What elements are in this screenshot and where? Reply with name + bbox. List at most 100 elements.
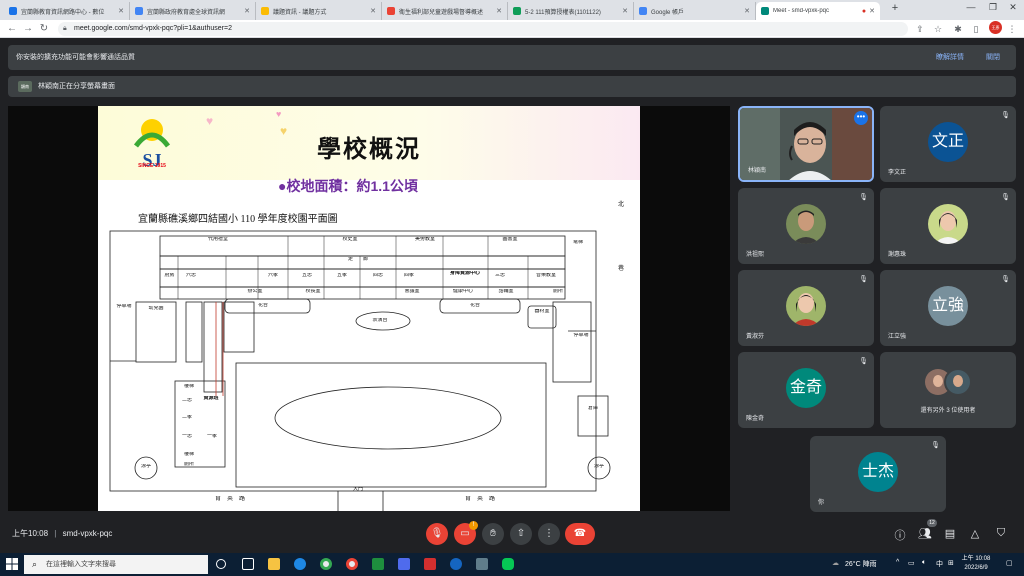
chat-icon[interactable]: ▤ bbox=[943, 527, 957, 540]
edge-icon[interactable] bbox=[294, 558, 306, 570]
notification-icon[interactable]: ▢ bbox=[1006, 559, 1013, 567]
presenter-thumbnail: 穎南 bbox=[18, 81, 32, 92]
extensions-icon[interactable]: ✱ bbox=[952, 23, 964, 35]
task-view-icon[interactable] bbox=[242, 558, 254, 570]
close-tab-icon[interactable]: ✕ bbox=[244, 7, 250, 15]
meeting-control-bar: 上午10:08 | smd-vpxk-pqc 🎙︎ ▭ ! ✋︎ ⇧ ⋮ ☎︎ … bbox=[0, 515, 1024, 553]
alley-label: 巷 bbox=[618, 266, 625, 272]
profile-avatar[interactable]: 王彥 bbox=[989, 21, 1002, 34]
participant-avatar: 立強 bbox=[928, 286, 968, 326]
chrome-icon[interactable] bbox=[320, 558, 332, 570]
close-tab-icon[interactable]: ✕ bbox=[496, 7, 502, 15]
side-panel-icon[interactable]: ▯ bbox=[970, 23, 982, 35]
weather-text[interactable]: 26°C 陣雨 bbox=[845, 559, 877, 569]
tab-title: Google 帳戶 bbox=[651, 9, 685, 16]
taskbar-search-box[interactable]: ⌕ 在這裡輸入文字來搜尋 bbox=[24, 555, 208, 574]
restore-icon[interactable]: ❐ bbox=[982, 2, 1004, 13]
more-menu-icon[interactable]: ⋮ bbox=[1006, 23, 1018, 35]
app-icon[interactable] bbox=[476, 558, 488, 570]
sheets-icon[interactable] bbox=[372, 558, 384, 570]
meeting-details-icon[interactable]: ⓘ bbox=[893, 527, 907, 543]
principal-office-label: 校長室 bbox=[305, 289, 321, 294]
participant-name: 李文正 bbox=[888, 170, 907, 176]
participant-tile[interactable]: 文正 🎙︎ 李文正 bbox=[880, 106, 1016, 182]
browser-tab[interactable]: 5-2 111預算授權表(1101122) ✕ bbox=[508, 2, 634, 20]
meeting-time: 上午10:08 bbox=[12, 529, 49, 538]
present-screen-button[interactable]: ⇧ bbox=[510, 523, 532, 545]
flower-bed-label: 花台 bbox=[469, 303, 480, 308]
url-text: meet.google.com/smd-vpxk-pqc?pli=1&authu… bbox=[74, 25, 232, 32]
more-options-button[interactable]: ⋮ bbox=[538, 523, 560, 545]
learn-more-link[interactable]: 瞭解詳情 bbox=[936, 45, 964, 70]
participant-tile-presenter[interactable]: ••• 林穎南 bbox=[738, 106, 874, 182]
elevator-label: 電梯 bbox=[572, 240, 583, 245]
ime-indicator[interactable]: 中 bbox=[936, 559, 943, 569]
windows-start-icon[interactable] bbox=[6, 558, 18, 570]
browser-tab-active[interactable]: Meet - smd-vpxk-pqc ● ✕ bbox=[756, 2, 880, 20]
north-label: 北 bbox=[618, 202, 625, 208]
self-tile[interactable]: 士杰 🎙︎ 你 bbox=[810, 436, 946, 512]
people-icon[interactable]: 👥︎ bbox=[918, 527, 932, 540]
more-options-icon[interactable]: ••• bbox=[854, 111, 868, 125]
participant-tile[interactable]: 🎙︎ 洪祖熙 bbox=[738, 188, 874, 264]
tab-favicon-icon bbox=[387, 7, 395, 15]
taskbar-clock[interactable]: 上午 10:08 2022/6/9 bbox=[958, 555, 994, 573]
others-avatars bbox=[925, 368, 972, 396]
close-tab-icon[interactable]: ✕ bbox=[118, 7, 124, 15]
meeting-code: smd-vpxk-pqc bbox=[62, 529, 113, 538]
participant-tile[interactable]: 🎙︎ 謝惠珠 bbox=[880, 188, 1016, 264]
resource-class-label: 資源班 bbox=[203, 396, 219, 401]
meeting-room-label: 會議室 bbox=[404, 289, 420, 294]
address-bar[interactable]: 🔒︎ meet.google.com/smd-vpxk-pqc?pli=1&au… bbox=[58, 22, 908, 36]
browser-tab[interactable]: Google 帳戶 ✕ bbox=[634, 2, 756, 20]
app-icon[interactable] bbox=[398, 558, 410, 570]
ime-mode-icon[interactable]: ⊞ bbox=[948, 559, 954, 567]
dismiss-link[interactable]: 關閉 bbox=[986, 45, 1000, 70]
browser-tab[interactable]: 宜蘭縣教育資訊網路中心 - 數位 ✕ bbox=[4, 2, 130, 20]
volume-icon[interactable]: 🔈︎ bbox=[922, 559, 926, 567]
reload-icon[interactable]: ↻ bbox=[38, 23, 50, 35]
close-tab-icon[interactable]: ✕ bbox=[744, 7, 750, 15]
new-tab-button[interactable]: + bbox=[884, 2, 906, 14]
back-icon[interactable]: ← bbox=[6, 23, 18, 35]
browser-tab[interactable]: 衛生福利部兒童遊戲場督導概述 ✕ bbox=[382, 2, 508, 20]
tray-overflow-icon[interactable]: ^ bbox=[896, 559, 899, 566]
end-call-button[interactable]: ☎︎ bbox=[565, 523, 595, 545]
flower-bed-label: 花台 bbox=[257, 303, 268, 308]
host-controls-icon[interactable]: ⛉ bbox=[994, 527, 1008, 540]
bookmark-star-icon[interactable]: ☆ bbox=[932, 23, 944, 35]
ie-icon[interactable] bbox=[450, 558, 462, 570]
equipment-room-label: 器材室 bbox=[534, 309, 550, 314]
participant-tile[interactable]: 立強 🎙︎ 江立強 bbox=[880, 270, 1016, 346]
classroom-six-loyalty-label: 六忠 bbox=[185, 273, 196, 278]
close-tab-icon[interactable]: ✕ bbox=[622, 7, 628, 15]
others-tile[interactable]: 還有另外 3 位使用者 bbox=[880, 352, 1016, 428]
participant-tile[interactable]: 🎙︎ 黃淑芬 bbox=[738, 270, 874, 346]
raise-hand-button[interactable]: ✋︎ bbox=[482, 523, 504, 545]
close-tab-icon[interactable]: ✕ bbox=[869, 7, 875, 15]
participant-avatar: 文正 bbox=[928, 122, 968, 162]
browser-tab[interactable]: 宜蘭縣政府教育處全球資訊網 ✕ bbox=[130, 2, 256, 20]
participant-tile[interactable]: 金奇 🎙︎ 陳金奇 bbox=[738, 352, 874, 428]
share-icon[interactable]: ⇪ bbox=[914, 23, 926, 35]
browser-tab[interactable]: 議題資訊 - 議題方式 ✕ bbox=[256, 2, 382, 20]
stairs-label: 樓梯 bbox=[183, 452, 194, 457]
shared-slide: ♥ ♥ ♥ SJ SINCE 1915 學校概況 ●校地面積：約1.1公頃 宜蘭… bbox=[98, 106, 640, 511]
network-icon[interactable]: ▭ bbox=[908, 559, 915, 567]
file-explorer-icon[interactable] bbox=[268, 558, 280, 570]
acrobat-icon[interactable] bbox=[424, 558, 436, 570]
participant-avatar: 金奇 bbox=[786, 368, 826, 408]
minimize-icon[interactable]: — bbox=[960, 2, 982, 12]
participant-photo bbox=[928, 204, 968, 244]
close-window-icon[interactable]: ✕ bbox=[1002, 2, 1024, 13]
activities-icon[interactable]: △ bbox=[968, 527, 982, 540]
self-avatar: 士杰 bbox=[858, 452, 898, 492]
close-tab-icon[interactable]: ✕ bbox=[370, 7, 376, 15]
forward-icon[interactable]: → bbox=[22, 23, 34, 35]
multipurpose-hall-label: 代用禮堂 bbox=[207, 237, 228, 242]
mic-off-icon: 🎙︎ bbox=[859, 276, 868, 283]
chrome-profile-icon[interactable] bbox=[346, 558, 358, 570]
mic-toggle-button[interactable]: 🎙︎ bbox=[426, 523, 448, 545]
cortana-icon[interactable] bbox=[216, 559, 226, 569]
line-icon[interactable] bbox=[502, 558, 514, 570]
